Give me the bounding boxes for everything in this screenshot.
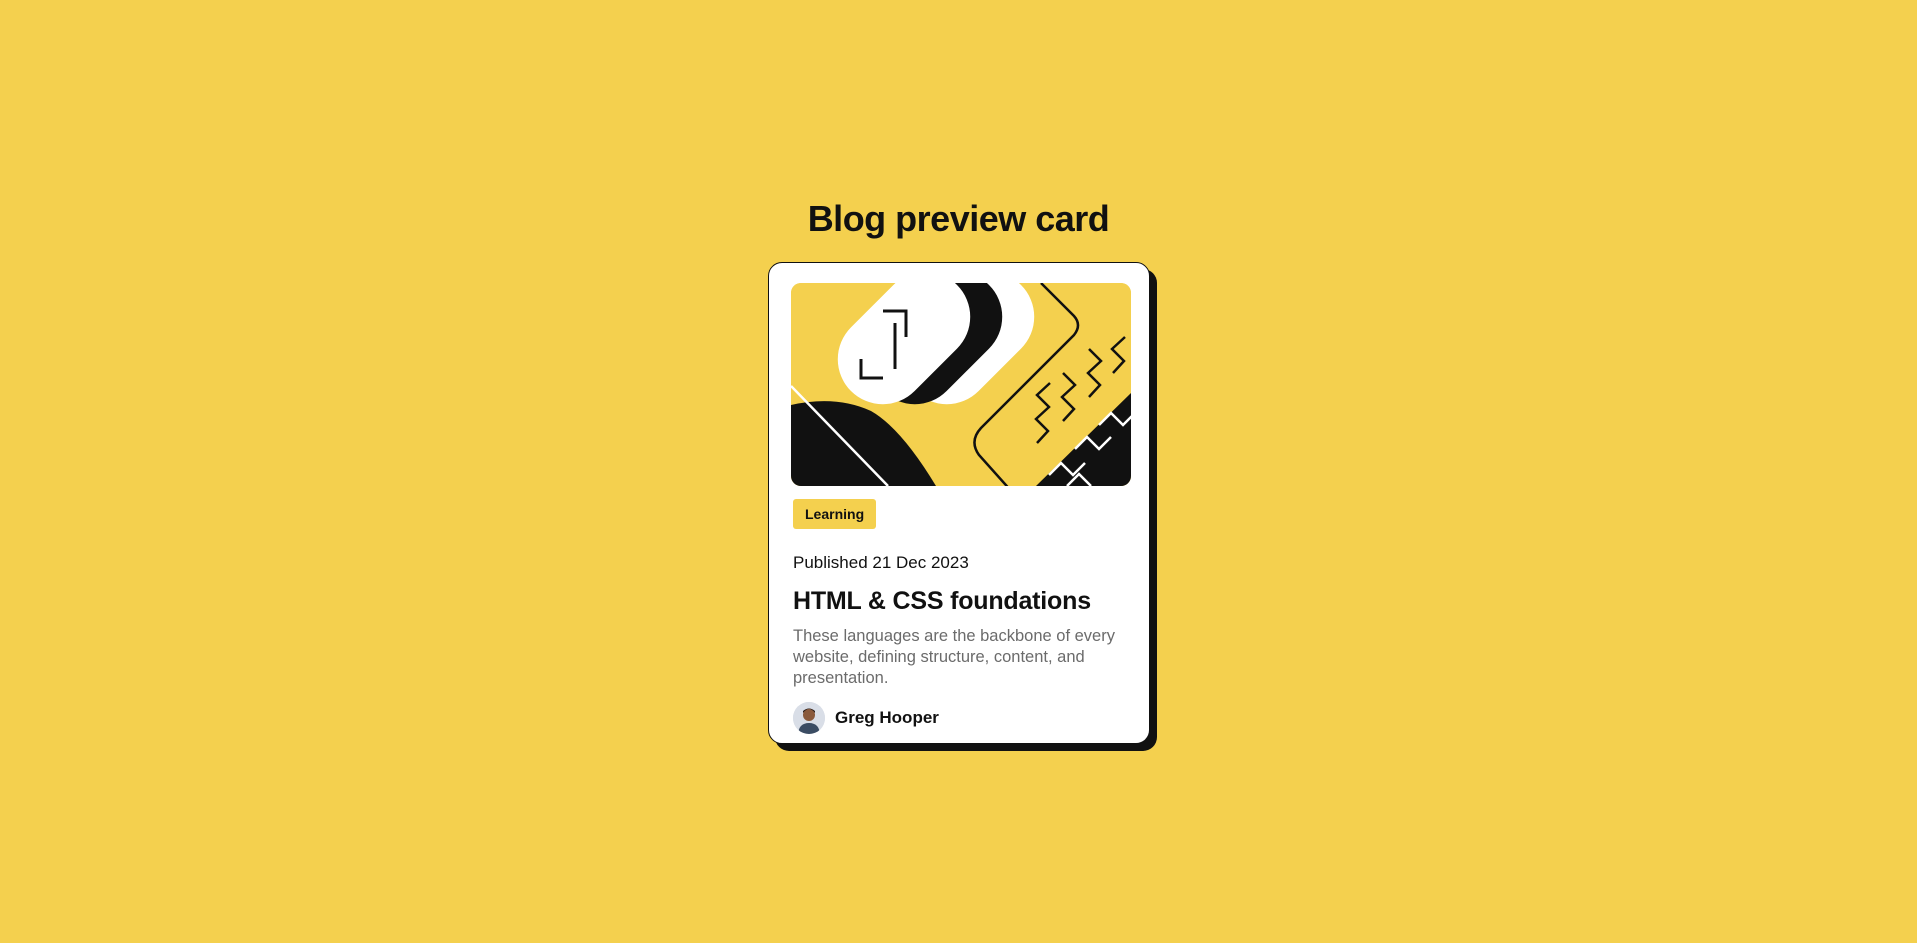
published-date: Published 21 Dec 2023	[793, 553, 969, 572]
blog-preview-card[interactable]: Learning Published 21 Dec 2023 HTML & CS…	[768, 262, 1150, 744]
author-name: Greg Hooper	[835, 708, 939, 727]
card-description: These languages are the backbone of ever…	[793, 627, 1115, 687]
card-title-link[interactable]: HTML & CSS foundations	[793, 584, 1091, 618]
page-title: Blog preview card	[807, 198, 1110, 239]
author-avatar-icon	[793, 702, 825, 734]
author: Greg Hooper	[793, 701, 939, 735]
html-css-illustration-icon	[791, 283, 1131, 486]
card-illustration	[791, 283, 1131, 486]
category-tag: Learning	[793, 499, 877, 529]
